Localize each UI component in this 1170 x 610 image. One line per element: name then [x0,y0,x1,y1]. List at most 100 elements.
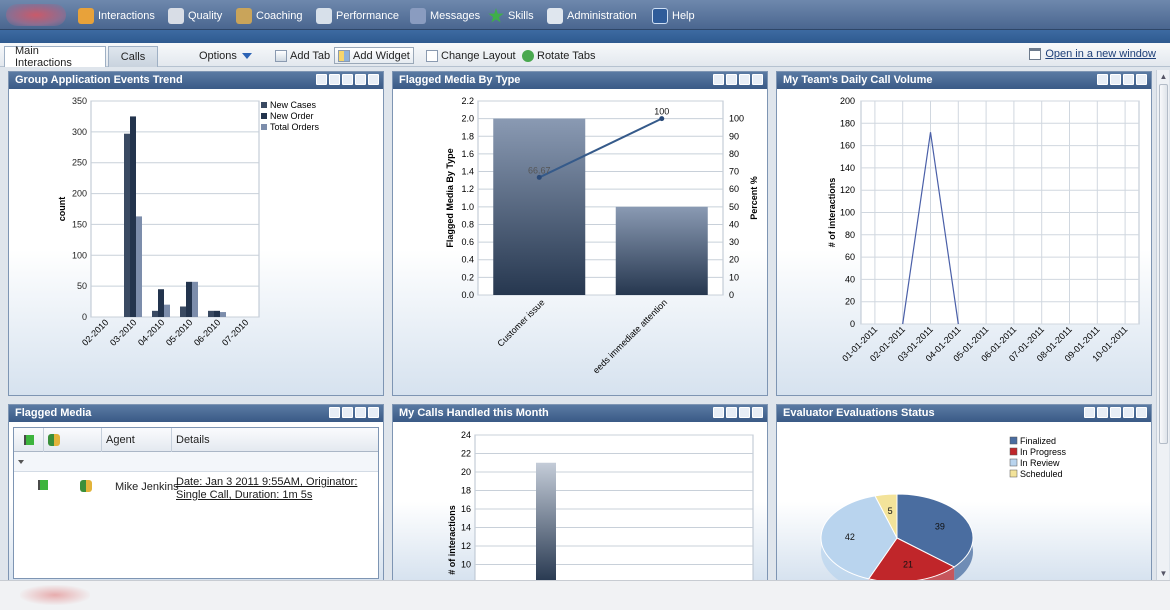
y-tick-label: 0.8 [461,219,474,229]
nav-skills[interactable]: Skills [488,6,534,26]
y-tick-label: 14 [461,523,471,533]
vertical-scrollbar[interactable]: ▲ ▼ [1156,70,1169,580]
edit-icon[interactable] [342,407,353,418]
close-icon[interactable] [368,74,379,85]
open-new-window-link[interactable]: Open in a new window [1029,48,1156,60]
refresh-icon[interactable] [739,407,750,418]
y-tick-label: 20 [461,467,471,477]
info-icon[interactable] [1110,407,1121,418]
bar [164,304,170,317]
refresh-icon[interactable] [1123,407,1134,418]
x-tick-label: 03-2010 [108,317,138,347]
edit-icon[interactable] [726,407,737,418]
nav-label: Performance [336,10,399,22]
bar [158,289,164,317]
close-icon[interactable] [1136,74,1147,85]
export-icon[interactable] [1084,407,1095,418]
panel-evaluations-status: Evaluator Evaluations Status 39 21 42 5 Fina… [776,404,1152,582]
nav-messages[interactable]: Messages [410,6,480,26]
y2-tick-label: 60 [729,184,739,194]
export-icon[interactable] [713,74,724,85]
panel-header: My Team's Daily Call Volume [777,72,1151,89]
tab-main-interactions[interactable]: Main Interactions [4,45,106,69]
rotate-tabs-button[interactable]: Rotate Tabs [519,47,599,64]
y-tick-label: 300 [72,127,87,137]
tab-calls[interactable]: Calls [108,46,158,67]
y-axis-label: # of interactions [827,178,837,248]
y-tick-label: 100 [72,250,87,260]
nav-performance[interactable]: Performance [316,6,399,26]
scroll-down-arrow-icon[interactable]: ▼ [1159,569,1168,578]
edit-icon[interactable] [1110,74,1121,85]
legend-label: Finalized [1020,436,1056,446]
panel-header: Flagged Media By Type [393,72,767,89]
close-icon[interactable] [1136,407,1147,418]
column-label: Agent [106,434,135,446]
y-tick-label: 12 [461,541,471,551]
y-tick-label: 1.2 [461,184,474,194]
y-tick-label: 22 [461,449,471,459]
y-tick-label: 2.0 [461,114,474,124]
nav-quality[interactable]: Quality [168,6,222,26]
details-link[interactable]: Date: Jan 3 2011 9:55AM, Originator: Sin… [176,476,376,502]
x-tick-label: 04-2010 [136,317,166,347]
close-icon[interactable] [752,74,763,85]
panel-header: Evaluator Evaluations Status [777,405,1151,422]
panel-flagged-media: Flagged Media Agent Details Mike Jenkins… [8,404,384,582]
nav-label: Coaching [256,10,303,22]
quality-icon [168,8,184,24]
administration-icon [547,8,563,24]
refresh-icon[interactable] [739,74,750,85]
y-tick-label: 120 [840,185,855,195]
y2-tick-label: 0 [729,290,734,300]
edit-icon[interactable] [329,74,340,85]
legend-swatch [1009,469,1018,478]
table-row[interactable]: Mike Jenkins Date: Jan 3 2011 9:55AM, Or… [14,474,378,508]
grid-header: Agent Details [14,428,378,452]
panel-calls-handled-month: My Calls Handled this Month 10 12 14 16 18 20… [392,404,768,582]
options-button[interactable]: Options [196,47,255,64]
export-icon[interactable] [713,407,724,418]
toolbar: Main Interactions Calls Options Add Tab … [0,43,1170,69]
export-icon[interactable] [329,407,340,418]
y-axis-label: # of interactions [447,505,457,575]
edit-icon[interactable] [726,74,737,85]
nav-administration[interactable]: Administration [547,6,637,26]
add-tab-button[interactable]: Add Tab [272,47,333,64]
details-column-header[interactable]: Details [172,428,378,452]
panel-header: Flagged Media [9,405,383,422]
add-widget-button[interactable]: Add Widget [334,47,414,64]
nav-interactions[interactable]: Interactions [78,6,155,26]
media-column-header[interactable] [44,428,102,452]
export-icon[interactable] [316,74,327,85]
refresh-icon[interactable] [355,74,366,85]
data-label: 100 [654,107,669,117]
tab-label: Main Interactions [15,45,72,69]
scroll-up-arrow-icon[interactable]: ▲ [1159,72,1168,81]
close-icon[interactable] [368,407,379,418]
x-tick-label: 06-2010 [192,317,222,347]
panel-title: My Calls Handled this Month [399,407,549,419]
export-icon[interactable] [1097,74,1108,85]
info-icon[interactable] [342,74,353,85]
close-icon[interactable] [752,407,763,418]
nav-coaching[interactable]: Coaching [236,6,302,26]
y-tick-label: 1.0 [461,202,474,212]
change-layout-button[interactable]: Change Layout [423,47,519,64]
edit-icon[interactable] [1097,407,1108,418]
open-new-window-label: Open in a new window [1045,48,1156,60]
nav-help[interactable]: Help [652,6,695,26]
y-tick-label: 0 [850,319,855,329]
agent-column-header[interactable]: Agent [102,428,172,452]
legend-label: Scheduled [1020,469,1063,479]
legend-swatch [261,102,267,108]
scrollbar-thumb[interactable] [1159,84,1168,444]
refresh-icon[interactable] [355,407,366,418]
refresh-icon[interactable] [1123,74,1134,85]
flag-column-header[interactable] [14,428,44,452]
y-tick-label: 80 [845,230,855,240]
flag-icon [24,435,34,445]
x-tick-label: 07-2010 [220,317,250,347]
group-row[interactable] [14,452,378,472]
y-axis-label: Flagged Media By Type [445,148,455,247]
